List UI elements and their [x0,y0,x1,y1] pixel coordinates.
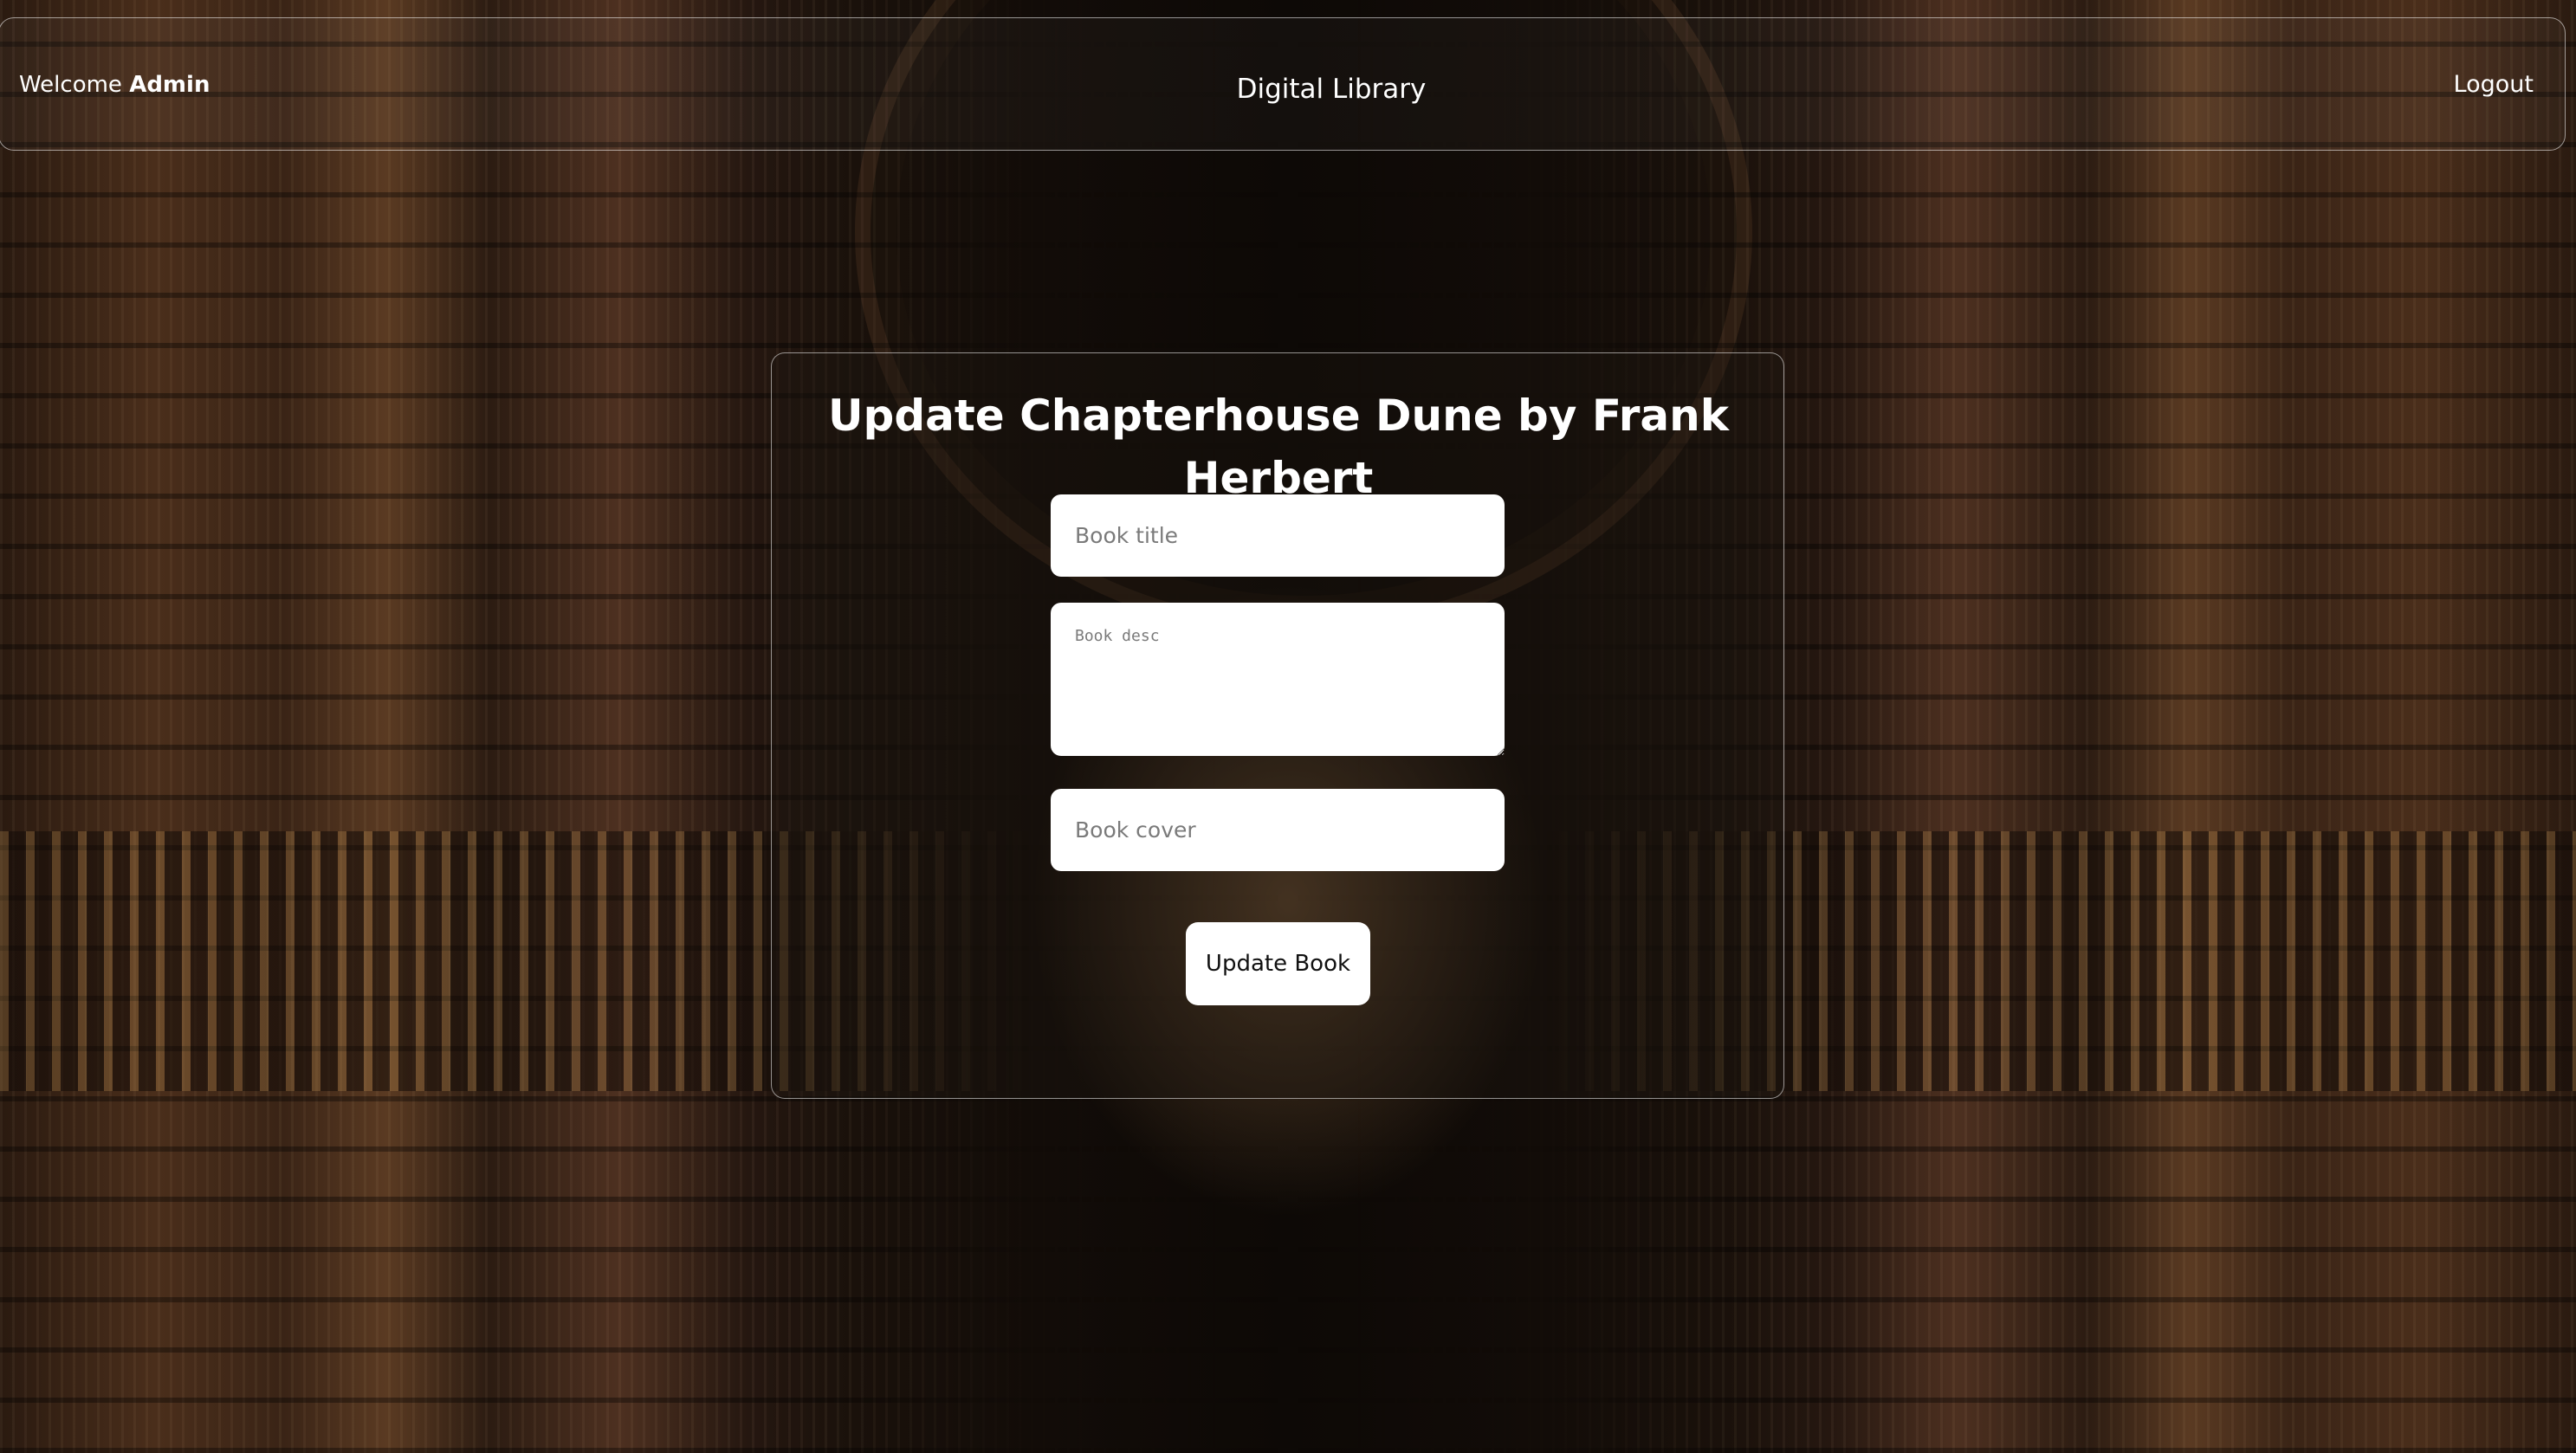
username: Admin [129,72,210,98]
welcome-message: Welcome Admin [19,69,210,100]
book-title-input[interactable] [1051,494,1505,577]
welcome-prefix: Welcome [19,72,122,98]
book-cover-input[interactable] [1051,789,1505,871]
book-desc-textarea[interactable] [1051,603,1505,756]
update-book-button[interactable]: Update Book [1186,922,1370,1005]
site-title: Digital Library [1236,74,1427,105]
page-title: Update Chapterhouse Dune by Frank Herber… [827,391,1730,503]
update-book-card: Update Chapterhouse Dune by Frank Herber… [771,352,1784,1099]
logout-link[interactable]: Logout [2454,69,2534,100]
